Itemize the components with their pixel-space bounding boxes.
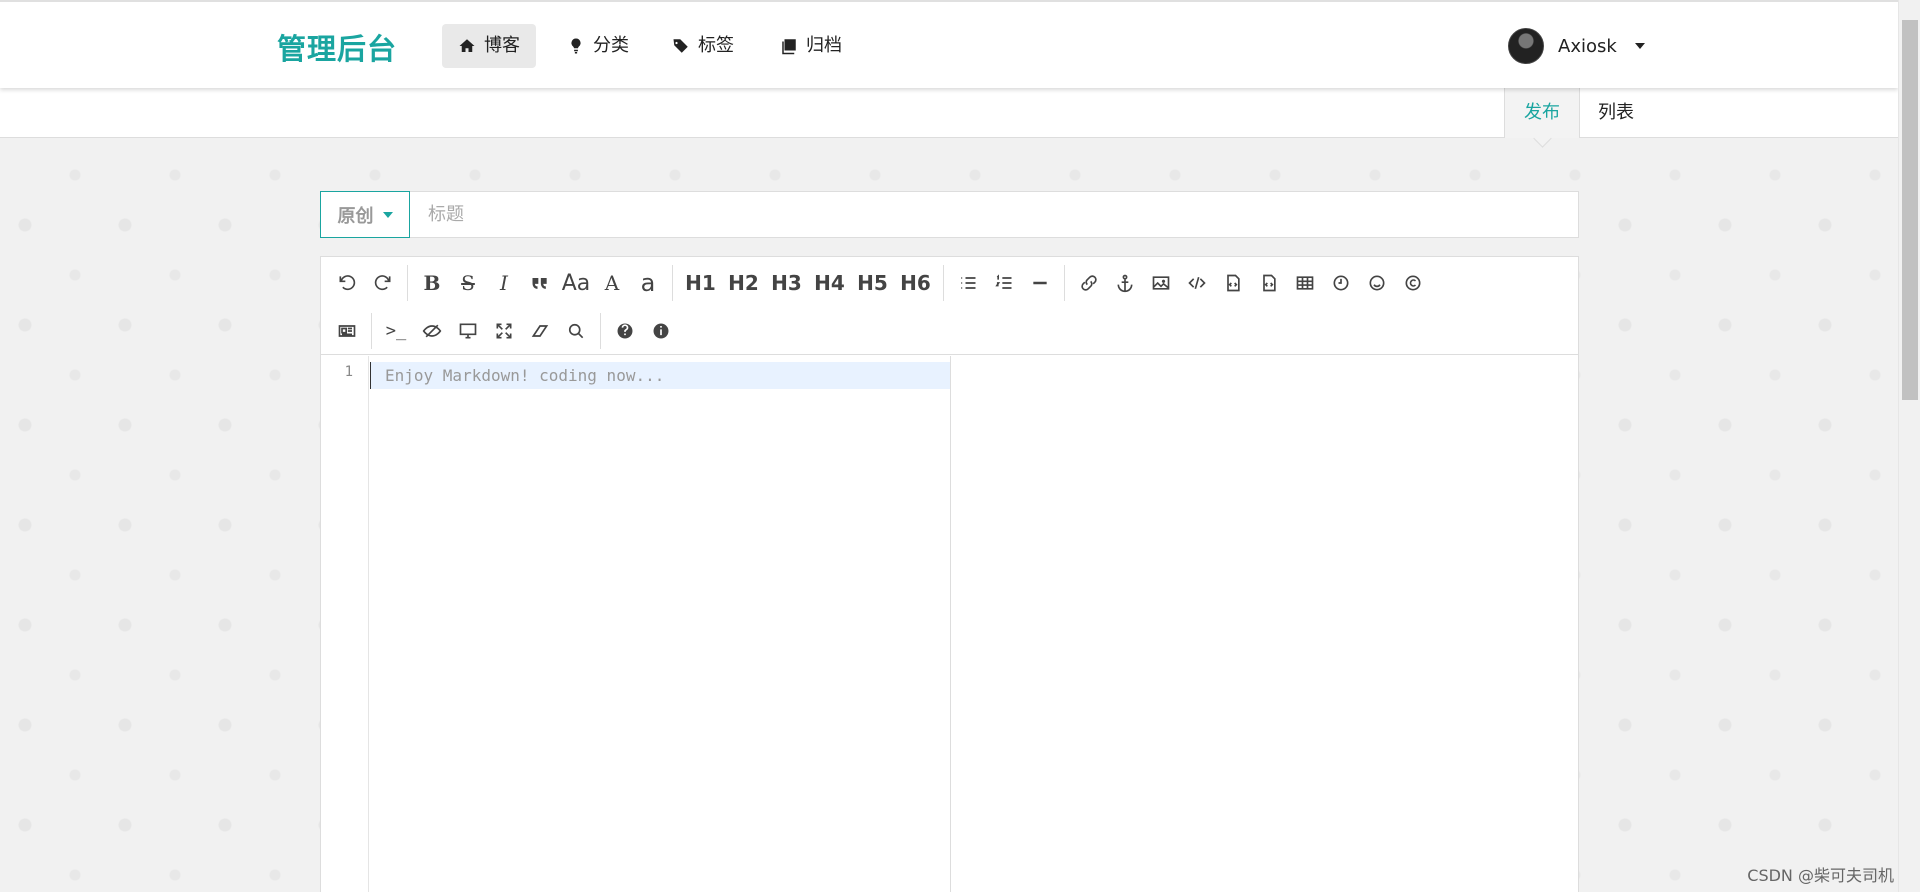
code-icon[interactable] [1179,265,1215,301]
pagebreak-icon[interactable] [329,313,365,349]
markdown-editor: B S I Aa A a H1 H2 H3 H4 H5 H6 >_ 1 Enjo… [320,256,1579,892]
lightbulb-icon [571,38,581,54]
nav-item-archive[interactable]: 归档 [764,24,858,68]
clear-icon[interactable] [522,313,558,349]
chevron-down-icon [382,211,393,218]
fullscreen-icon[interactable] [486,313,522,349]
search-icon[interactable] [558,313,594,349]
strikethrough-icon[interactable]: S [450,265,486,301]
nav-label: 分类 [593,35,629,56]
image-icon[interactable] [1143,265,1179,301]
username: Axiosk [1558,35,1617,57]
nav-item-tags[interactable]: 标签 [656,24,750,68]
html-entities-icon[interactable] [1395,265,1431,301]
heading-1-button[interactable]: H1 [679,265,722,301]
title-row: 原创 [320,191,1579,238]
heading-3-button[interactable]: H3 [765,265,808,301]
watermark: CSDN @柴可夫司机 [1747,866,1894,885]
brand-logo[interactable]: 管理后台 [277,26,397,68]
toolbar-divider [600,313,601,349]
toolbar-divider [943,265,944,301]
title-input[interactable] [410,192,1578,237]
watch-preview-icon[interactable] [414,313,450,349]
line-number: 1 [344,364,353,380]
heading-6-button[interactable]: H6 [894,265,937,301]
nav-item-blog[interactable]: 博客 [442,24,536,68]
emoji-icon[interactable] [1359,265,1395,301]
preformatted-text-icon[interactable] [1215,265,1251,301]
nav-label: 归档 [806,35,842,56]
editor-toolbar: B S I Aa A a H1 H2 H3 H4 H5 H6 >_ [321,257,1578,355]
home-icon [459,39,475,52]
nav-item-category[interactable]: 分类 [551,24,645,68]
scrollbar-thumb[interactable] [1902,20,1918,400]
toolbar-divider [1064,265,1065,301]
code-block-icon[interactable] [1251,265,1287,301]
undo-icon[interactable] [329,265,365,301]
anchor-icon[interactable] [1107,265,1143,301]
editor-placeholder[interactable]: Enjoy Markdown! coding now... [370,362,950,389]
toolbar-divider [407,265,408,301]
lowercase-button[interactable]: a [630,265,666,301]
toolbar-divider [672,265,673,301]
markdown-preview-pane [952,356,1578,892]
redo-icon[interactable] [365,265,401,301]
nav-label: 博客 [484,35,520,56]
archive-icon [782,39,796,55]
info-icon[interactable] [643,313,679,349]
unordered-list-icon[interactable] [950,265,986,301]
help-icon[interactable] [607,313,643,349]
ucwords-button[interactable]: Aa [558,265,594,301]
article-type-dropdown[interactable]: 原创 [320,191,410,238]
chevron-down-icon [1634,43,1645,49]
user-menu[interactable]: Axiosk [1508,28,1645,64]
avatar[interactable] [1508,28,1544,64]
quote-icon[interactable] [522,265,558,301]
uppercase-button[interactable]: A [594,265,630,301]
preview-icon[interactable] [450,313,486,349]
line-number-gutter: 1 [321,356,369,892]
heading-2-button[interactable]: H2 [722,265,765,301]
link-icon[interactable] [1071,265,1107,301]
table-icon[interactable] [1287,265,1323,301]
terminal-icon[interactable]: >_ [378,313,414,349]
markdown-input-pane[interactable]: 1 Enjoy Markdown! coding now... [321,356,951,892]
bold-icon[interactable]: B [414,265,450,301]
article-type-label: 原创 [337,205,374,227]
heading-4-button[interactable]: H4 [808,265,851,301]
tab-publish[interactable]: 发布 [1504,88,1580,138]
ordered-list-icon[interactable] [986,265,1022,301]
tab-list[interactable]: 列表 [1579,88,1653,138]
top-navbar: 管理后台 博客 分类 标签 归档 Axiosk [0,0,1898,88]
toolbar-divider [371,313,372,349]
page-scrollbar[interactable] [1898,0,1920,892]
nav-label: 标签 [698,35,734,56]
horizontal-rule-icon[interactable] [1022,265,1058,301]
italic-icon[interactable]: I [486,265,522,301]
heading-5-button[interactable]: H5 [851,265,894,301]
tags-icon [673,39,688,53]
sub-navbar: 发布 列表 [0,88,1898,138]
datetime-icon[interactable] [1323,265,1359,301]
